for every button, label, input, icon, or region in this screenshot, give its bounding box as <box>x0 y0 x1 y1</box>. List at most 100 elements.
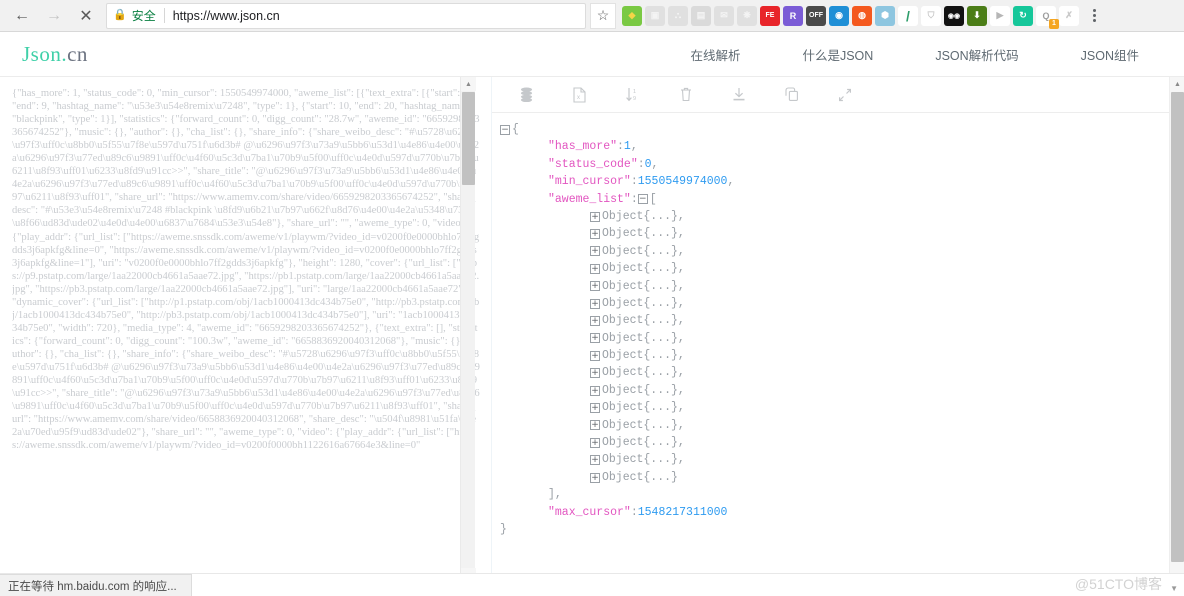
site-logo[interactable]: Json.cn <box>22 42 88 67</box>
tree-object-row[interactable]: + Object{...}, <box>500 260 1184 277</box>
tree-object-row[interactable]: + Object{...}, <box>500 208 1184 225</box>
tree-object-row[interactable]: + Object{...} <box>500 469 1184 486</box>
orange-circle-extension[interactable]: ◍ <box>852 5 872 26</box>
address-bar[interactable]: 🔒 安全 https://www.json.cn <box>106 2 586 29</box>
tree-object-row[interactable]: + Object{...}, <box>500 364 1184 381</box>
refresh-extension[interactable]: ↻ <box>1013 5 1033 26</box>
kebab-menu-icon[interactable] <box>1083 9 1105 22</box>
expand-toggle-icon[interactable]: + <box>590 333 600 344</box>
array-key: "aweme_list" <box>548 192 631 206</box>
tree-row[interactable]: "has_more":1, <box>500 138 1184 155</box>
object-comma: , <box>677 296 685 310</box>
bookmark-star-icon[interactable]: ☆ <box>590 2 616 29</box>
expand-toggle-icon[interactable]: + <box>590 211 600 222</box>
nav-what-is-json[interactable]: 什么是JSON <box>802 45 873 64</box>
tree-object-row[interactable]: + Object{...}, <box>500 417 1184 434</box>
watermark: @51CTO博客 <box>1074 576 1162 592</box>
tree-comma: , <box>727 175 735 189</box>
shield-extension[interactable]: ⛉ <box>921 5 941 26</box>
tree-object-row[interactable]: + Object{...}, <box>500 399 1184 416</box>
tree-object-row[interactable]: + Object{...}, <box>500 278 1184 295</box>
export-excel-icon[interactable]: x <box>553 80 606 110</box>
green-shield-extension[interactable]: ◆ <box>622 5 642 26</box>
expand-toggle-icon[interactable]: + <box>590 263 600 274</box>
object-comma: , <box>677 331 685 345</box>
expand-toggle-icon[interactable]: + <box>590 455 600 466</box>
tree-object-row[interactable]: + Object{...}, <box>500 330 1184 347</box>
tree-row[interactable]: "min_cursor":1550549974000, <box>500 173 1184 190</box>
tree-object-row[interactable]: + Object{...}, <box>500 243 1184 260</box>
json-tree[interactable]: −{ "has_more":1, "status_code":0, "min_cur… <box>492 113 1184 596</box>
status-message: 正在等待 hm.baidu.com 的响应... <box>0 574 192 596</box>
object-comma: , <box>677 366 685 380</box>
expand-toggle-icon[interactable]: + <box>590 420 600 431</box>
tree-object-row[interactable]: + Object{...}, <box>500 312 1184 329</box>
sort-icon[interactable]: 1 9 <box>606 80 659 110</box>
q-extension[interactable]: Q1 <box>1036 5 1059 29</box>
expand-toggle-icon[interactable]: + <box>590 437 600 448</box>
off-extension[interactable]: OFF <box>806 5 826 26</box>
tree-object-row[interactable]: + Object{...}, <box>500 434 1184 451</box>
tree-object-row[interactable]: + Object{...}, <box>500 225 1184 242</box>
scrollbar-thumb[interactable] <box>462 92 475 185</box>
page-scroll-down-icon[interactable]: ▼ <box>1170 584 1178 593</box>
copy-icon[interactable] <box>765 80 818 110</box>
object-comma: , <box>677 436 685 450</box>
expand-toggle-icon[interactable]: + <box>590 402 600 413</box>
r-extension[interactable]: R <box>783 5 803 26</box>
max-cursor-value: 1548217311000 <box>637 505 728 519</box>
expand-toggle-icon[interactable]: + <box>590 350 600 361</box>
collapse-icon[interactable] <box>818 80 871 110</box>
scroll-up-icon[interactable]: ▲ <box>461 77 476 91</box>
extension-badge: 1 <box>1049 18 1059 29</box>
expand-toggle-icon[interactable]: + <box>590 368 600 379</box>
play-extension[interactable]: ▶ <box>990 5 1010 26</box>
array-open-bracket: [ <box>649 192 657 206</box>
object-comma: , <box>677 349 685 363</box>
sitemap-extension[interactable]: ⛬ <box>668 5 688 26</box>
download-icon[interactable] <box>712 80 765 110</box>
eyes-extension[interactable]: ◉◉ <box>944 5 964 26</box>
tree-array-row[interactable]: "aweme_list": −[ <box>500 191 1184 208</box>
expand-toggle-icon[interactable]: + <box>590 246 600 257</box>
window-extension[interactable]: ▣ <box>645 5 665 26</box>
tree-object-row[interactable]: + Object{...}, <box>500 347 1184 364</box>
database-icon[interactable] <box>500 80 553 110</box>
page-scroll-up-icon[interactable]: ▲ <box>1170 77 1184 91</box>
slash-extension[interactable]: / <box>898 5 918 26</box>
delete-icon[interactable] <box>659 80 712 110</box>
tree-object-row[interactable]: + Object{...}, <box>500 295 1184 312</box>
expand-toggle-icon[interactable]: + <box>590 385 600 396</box>
page-scrollbar[interactable]: ▲ <box>1169 77 1184 596</box>
expand-toggle-icon[interactable]: + <box>590 472 600 483</box>
array-collapse-toggle-icon[interactable]: − <box>637 194 648 205</box>
expand-toggle-icon[interactable]: + <box>590 229 600 240</box>
tree-row[interactable]: "status_code":0, <box>500 156 1184 173</box>
download-extension[interactable]: ⬇ <box>967 5 987 26</box>
code-extension[interactable]: ▤ <box>691 5 711 26</box>
back-icon[interactable]: ← <box>8 2 36 30</box>
expand-toggle-icon[interactable]: + <box>590 281 600 292</box>
nav-online-parse[interactable]: 在线解析 <box>690 45 740 64</box>
object-label: Object{...} <box>602 262 678 276</box>
lock-icon: 🔒 <box>113 9 127 21</box>
blue-circle-extension[interactable]: ◉ <box>829 5 849 26</box>
expand-toggle-icon[interactable]: + <box>590 298 600 309</box>
collapse-toggle-icon[interactable]: − <box>500 124 510 135</box>
tree-object-row[interactable]: + Object{...}, <box>500 451 1184 468</box>
stop-loading-icon[interactable]: ✕ <box>72 2 100 30</box>
globe-extension[interactable]: ⬢ <box>875 5 895 26</box>
raw-json-input[interactable]: {"has_more": 1, "status_code": 0, "min_c… <box>12 87 480 576</box>
nav-parse-code[interactable]: JSON解析代码 <box>935 45 1018 64</box>
page-scrollbar-thumb[interactable] <box>1171 92 1184 562</box>
nav-components[interactable]: JSON组件 <box>1081 45 1139 64</box>
fe-extension[interactable]: FE <box>760 5 780 26</box>
mail-extension[interactable]: ✉ <box>714 5 734 26</box>
raw-json-scrollbar[interactable]: ▲ ▼ <box>460 77 476 582</box>
tree-object-row[interactable]: + Object{...}, <box>500 382 1184 399</box>
x-extension[interactable]: ✗ <box>1059 5 1079 26</box>
settings-extension[interactable]: ❋ <box>737 5 757 26</box>
tree-root-row[interactable]: −{ <box>500 121 1184 138</box>
tree-last-row[interactable]: "max_cursor":1548217311000 <box>500 504 1184 521</box>
expand-toggle-icon[interactable]: + <box>590 315 600 326</box>
